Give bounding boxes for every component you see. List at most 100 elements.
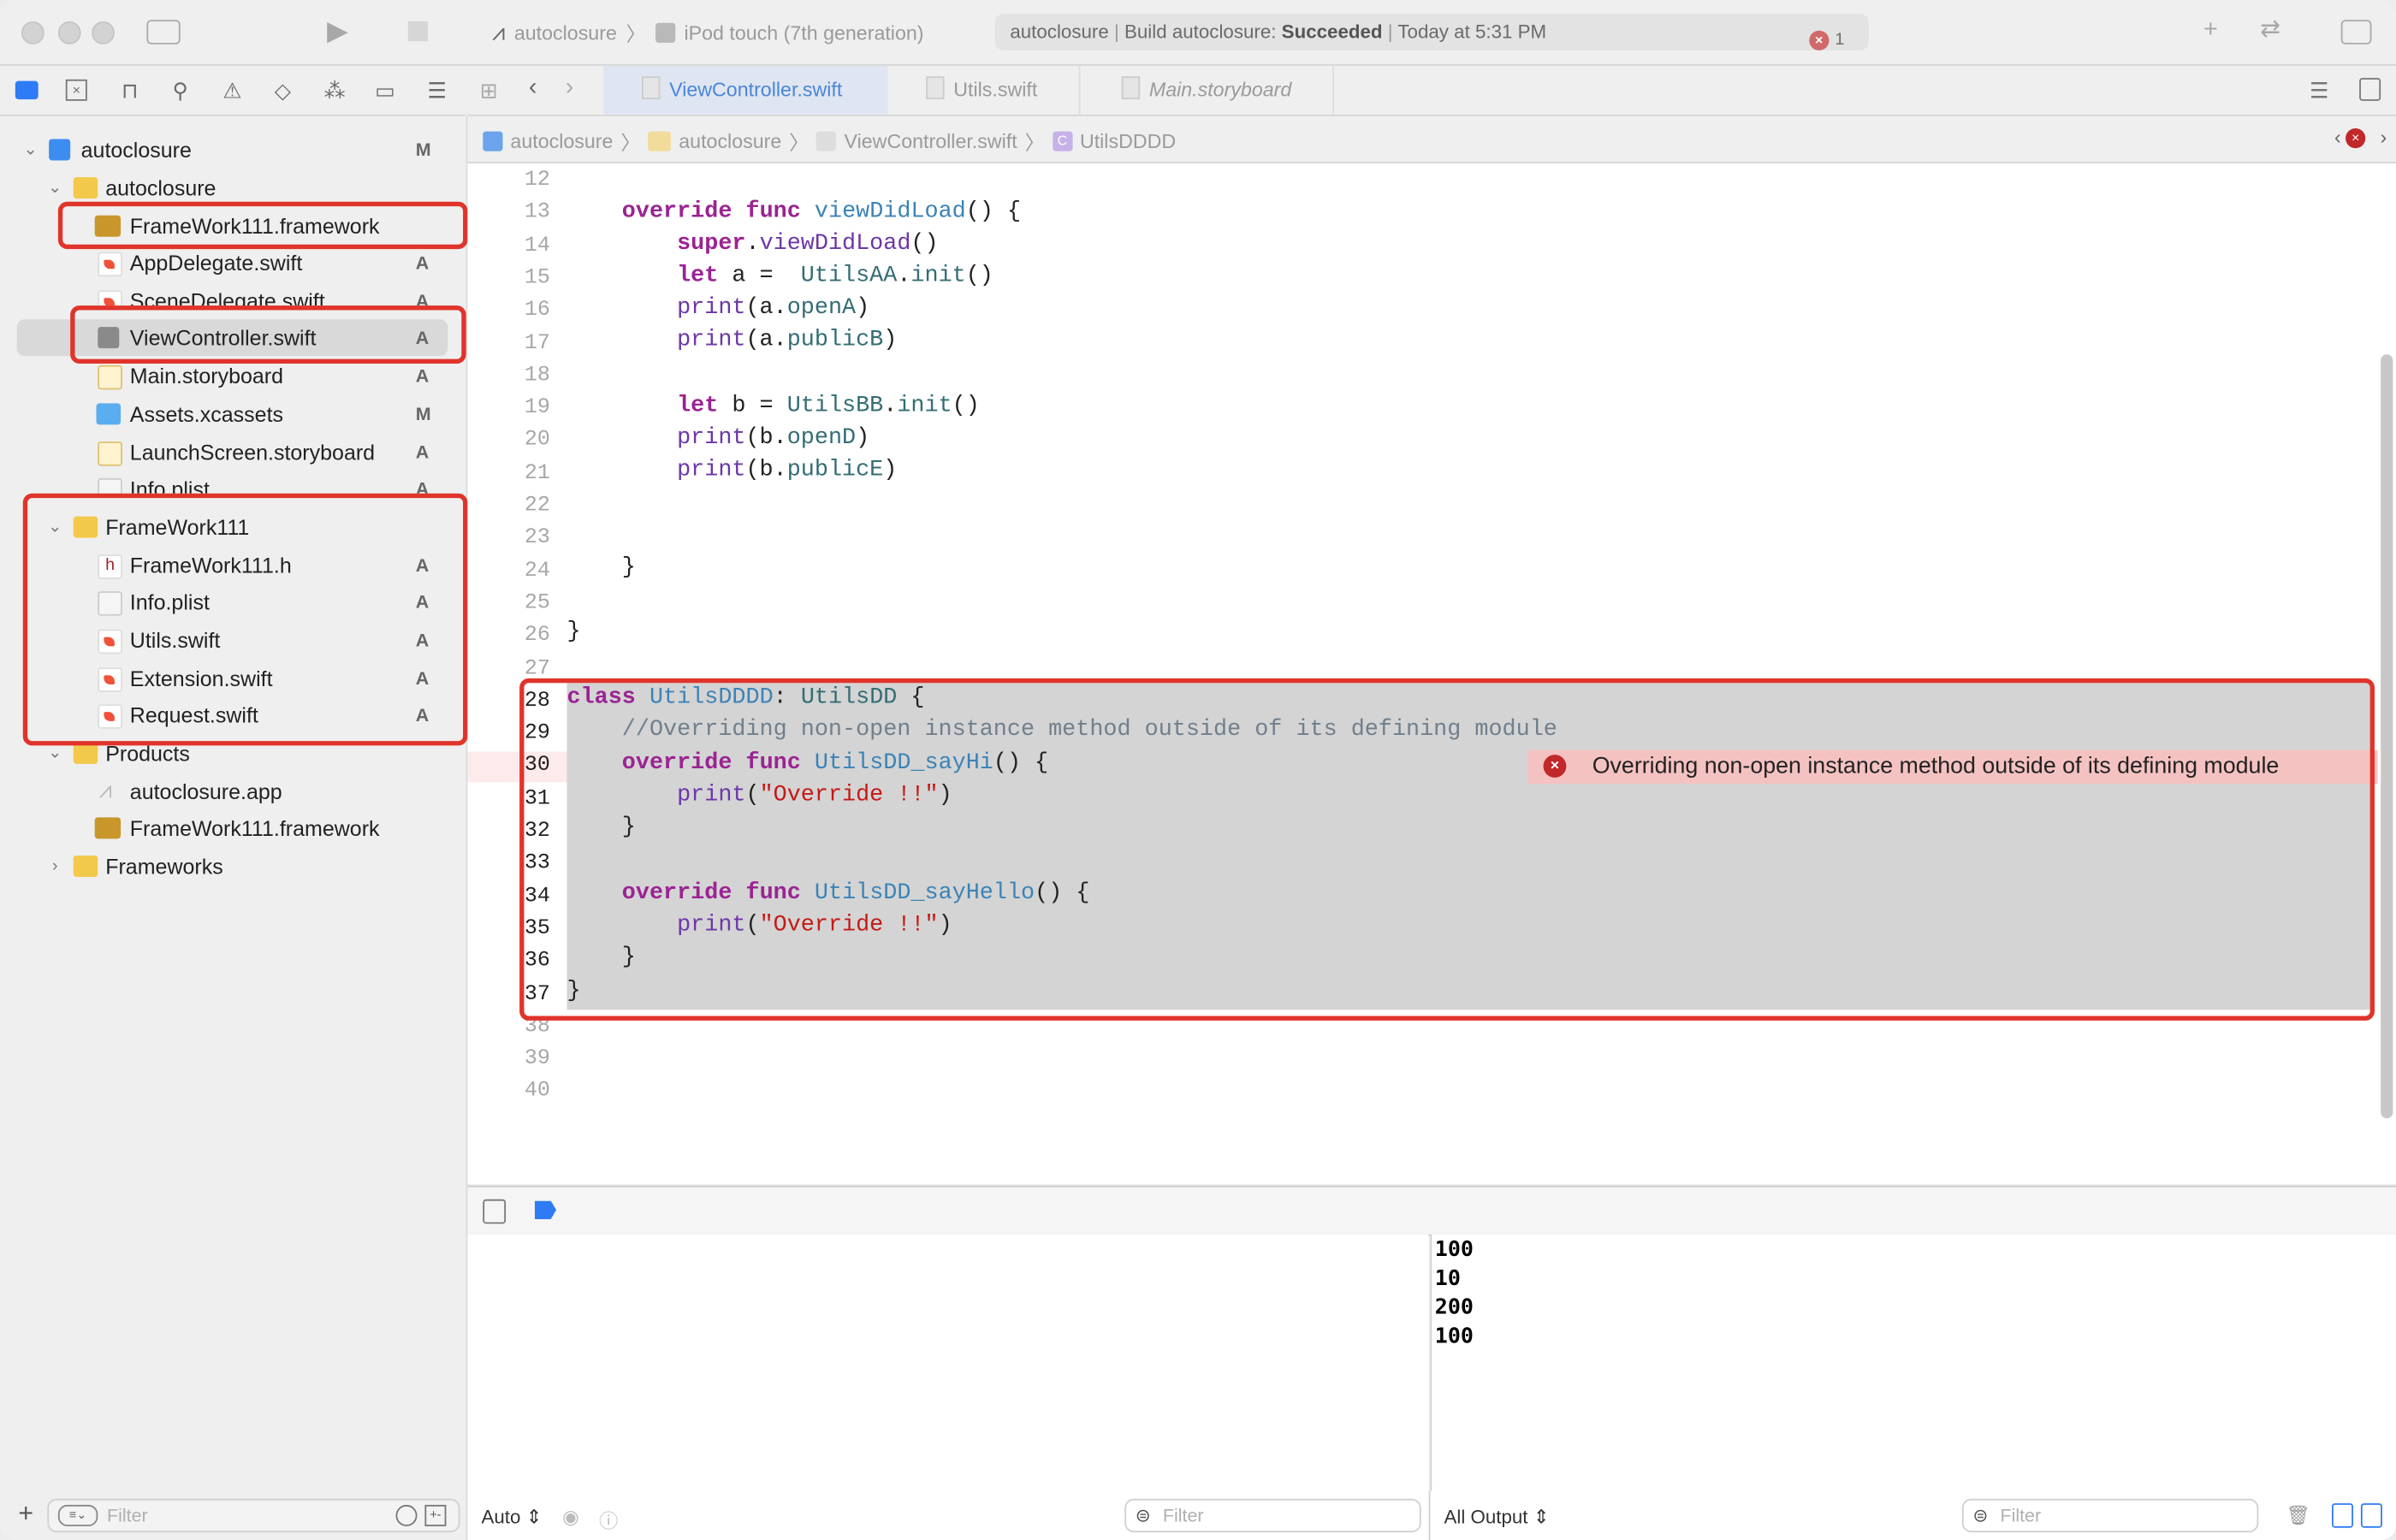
add-library-icon[interactable]: +: [2203, 18, 2218, 43]
source-editor[interactable]: 12 13 14 15 16 17 18 19 20 21 22 23 24 25 26 27 28 29 30 31…: [467, 163, 2396, 1184]
filter-options-icon[interactable]: ≡⌄: [57, 1504, 98, 1526]
next-issue-icon[interactable]: ›: [2381, 125, 2387, 148]
variables-scope-selector[interactable]: Auto ⇕: [481, 1505, 542, 1528]
sidebar-toggle-icon[interactable]: [146, 20, 181, 44]
line-number[interactable]: 19: [513, 396, 550, 421]
chevron-down-icon[interactable]: ⌄: [46, 169, 64, 206]
breadcrumb-item[interactable]: UtilsDDDD: [1080, 130, 1176, 153]
line-number[interactable]: 16: [513, 299, 550, 323]
quick-look-icon[interactable]: ◉: [562, 1505, 579, 1528]
back-icon[interactable]: ‹: [529, 74, 537, 102]
tree-item-file[interactable]: SceneDelegate.swift A: [0, 282, 466, 306]
related-items-icon[interactable]: ⊞: [480, 78, 498, 104]
line-number[interactable]: 12: [513, 168, 550, 192]
tree-item-project[interactable]: ⌄ autoclosure M: [0, 132, 466, 169]
line-number[interactable]: 24: [513, 559, 550, 583]
add-icon[interactable]: +: [18, 1499, 33, 1530]
report-navigator-icon[interactable]: ☰: [424, 78, 449, 103]
tree-item-file[interactable]: LaunchScreen.storyboard A: [0, 434, 466, 471]
breadcrumb-item[interactable]: ViewController.swift: [845, 130, 1017, 153]
line-number[interactable]: 17: [513, 331, 550, 356]
code-line-17[interactable]: print(a.publicB): [566, 327, 897, 352]
code-line-16[interactable]: print(a.openA): [566, 295, 869, 321]
debug-navigator-icon[interactable]: ⁂: [323, 78, 347, 103]
tab-main-storyboard[interactable]: Main.storyboard: [1121, 65, 1334, 115]
forward-icon[interactable]: ›: [566, 74, 574, 102]
breadcrumb-item[interactable]: autoclosure: [510, 130, 613, 153]
source-control-navigator-icon[interactable]: ×: [65, 79, 87, 101]
tree-item-file[interactable]: AppDelegate.swift A: [0, 245, 466, 281]
breakpoint-navigator-icon[interactable]: ▭: [373, 78, 398, 103]
line-number[interactable]: 14: [513, 233, 550, 258]
minimize-window-button[interactable]: [57, 21, 81, 44]
test-navigator-icon[interactable]: ◇: [270, 78, 295, 103]
code-review-icon[interactable]: ⇄: [2260, 18, 2280, 43]
console-filter-field[interactable]: ⊜ Filter: [1961, 1498, 2259, 1533]
variables-view[interactable]: [467, 1234, 1429, 1491]
scheme-selector[interactable]: ⩘ autoclosure 〉 iPod touch (7th generati…: [492, 18, 924, 47]
line-number[interactable]: 23: [513, 526, 550, 551]
code-line-21[interactable]: print(b.publicE): [566, 457, 897, 483]
show-variables-icon[interactable]: [2331, 1503, 2353, 1528]
code-line-15[interactable]: let a = UtilsAA.init(): [566, 263, 993, 288]
tree-item-file[interactable]: Assets.xcassets M: [0, 395, 466, 432]
info-icon[interactable]: ⓘ: [599, 1505, 618, 1534]
hide-debug-area-icon[interactable]: [483, 1199, 507, 1224]
inspector-toggle-icon[interactable]: [2340, 20, 2372, 44]
split-editor-icon[interactable]: [2359, 78, 2381, 101]
tab-utils[interactable]: Utils.swift: [926, 65, 1081, 115]
activity-status[interactable]: autoclosure | Build autoclosure: Succeed…: [994, 14, 1869, 50]
code-line-26[interactable]: }: [566, 619, 580, 644]
line-number[interactable]: 20: [513, 429, 550, 453]
line-number[interactable]: 15: [513, 266, 550, 291]
line-number[interactable]: 27: [513, 656, 550, 681]
code-line-24[interactable]: }: [566, 554, 636, 580]
symbol-navigator-icon[interactable]: ⊓: [117, 78, 142, 103]
code-line-20[interactable]: print(b.openD): [566, 424, 869, 450]
issue-navigator-icon[interactable]: ⚠: [220, 78, 245, 103]
run-button[interactable]: ▶: [327, 17, 348, 44]
tree-item-framework[interactable]: FrameWork111.framework: [0, 809, 466, 846]
tab-viewcontroller[interactable]: ViewController.swift: [603, 65, 888, 115]
editor-scrollbar[interactable]: [2381, 354, 2393, 1119]
line-number[interactable]: 13: [513, 200, 550, 225]
error-count-badge[interactable]: × 1: [1809, 21, 1844, 58]
scm-filter-icon[interactable]: +-: [424, 1504, 447, 1526]
editor-options-icon[interactable]: ☰: [2310, 78, 2328, 104]
line-number[interactable]: 40: [513, 1079, 550, 1104]
code-line-13[interactable]: override func viewDidLoad() {: [566, 198, 1021, 224]
tree-item-file[interactable]: Info.plist A: [0, 471, 466, 494]
chevron-down-icon[interactable]: ⌄: [21, 132, 39, 169]
chevron-right-icon[interactable]: ›: [46, 848, 64, 885]
variables-filter-field[interactable]: ⊜ Filter: [1124, 1498, 1421, 1533]
line-number[interactable]: 39: [513, 1046, 550, 1071]
trash-icon[interactable]: 🗑: [2286, 1505, 2310, 1528]
code-line-19[interactable]: let b = UtilsBB.init(): [566, 393, 980, 418]
line-number[interactable]: 26: [513, 624, 550, 649]
breadcrumb-item[interactable]: autoclosure: [679, 130, 781, 153]
line-number[interactable]: 22: [513, 494, 550, 518]
previous-issue-icon[interactable]: ‹: [2334, 125, 2341, 148]
code-line-14[interactable]: super.viewDidLoad(): [566, 231, 938, 257]
line-number[interactable]: 25: [513, 591, 550, 616]
show-console-icon[interactable]: [2360, 1503, 2382, 1528]
line-number[interactable]: 18: [513, 364, 550, 388]
navigator-filter-field[interactable]: ≡⌄ Filter +-: [47, 1498, 460, 1533]
line-number[interactable]: 21: [513, 461, 550, 486]
stop-button[interactable]: [407, 21, 428, 42]
tree-item-folder[interactable]: ⌄ autoclosure: [0, 169, 466, 206]
output-filter-selector[interactable]: All Output ⇕: [1444, 1505, 1549, 1528]
find-navigator-icon[interactable]: ⚲: [168, 78, 193, 103]
tree-item-file[interactable]: ⩘ autoclosure.app: [0, 773, 466, 810]
tree-item-label: autoclosure.app: [129, 779, 282, 804]
device-name[interactable]: iPod touch (7th generation): [684, 21, 923, 44]
project-navigator-icon[interactable]: [15, 80, 39, 100]
tree-item-folder[interactable]: › Frameworks: [0, 848, 466, 885]
close-window-button[interactable]: [21, 21, 44, 44]
tree-item-label: FrameWork111.framework: [129, 815, 380, 841]
error-icon[interactable]: ×: [2346, 127, 2366, 149]
breakpoints-toggle-icon[interactable]: [534, 1200, 556, 1219]
recent-files-icon[interactable]: [395, 1504, 418, 1526]
console-output[interactable]: 100 10 200 100: [1430, 1234, 2396, 1491]
zoom-window-button[interactable]: [92, 21, 115, 44]
